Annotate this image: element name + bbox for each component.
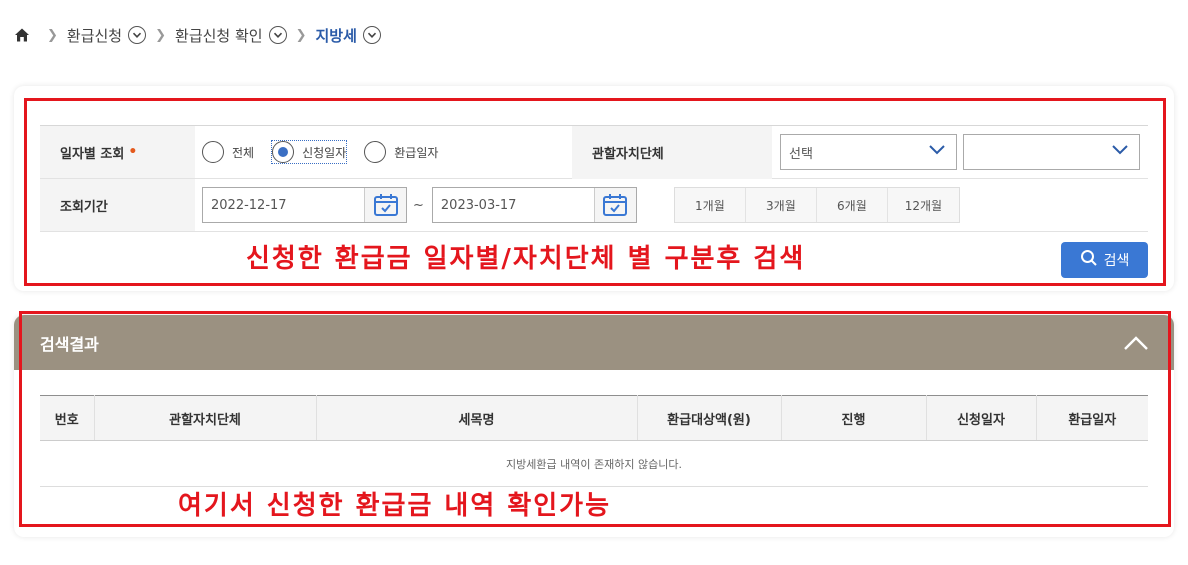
radio-apply-date[interactable]: 신청일자 bbox=[271, 140, 348, 164]
results-table: 번호 관할자치단체 세목명 환급대상액(원) 진행 신청일자 환급일자 지방세환… bbox=[40, 395, 1148, 487]
breadcrumb-label: 환급신청 확인 bbox=[175, 26, 263, 45]
date-from-input[interactable]: 2022-12-17 bbox=[202, 187, 407, 223]
radio-label: 전체 bbox=[232, 145, 255, 160]
date-type-radios: 전체 신청일자 환급일자 bbox=[195, 126, 572, 178]
select-value: 선택 bbox=[789, 146, 813, 162]
search-form: 일자별 조회 • 전체 신청일자 환급일자 관할자치단체 선택 조회기간 202… bbox=[40, 125, 1148, 232]
date-type-row: 일자별 조회 • 전체 신청일자 환급일자 관할자치단체 선택 bbox=[40, 126, 1148, 179]
quick-period-group: 1개월 3개월 6개월 12개월 bbox=[673, 187, 960, 223]
jurisdiction-select-1[interactable]: 선택 bbox=[780, 134, 957, 170]
search-icon bbox=[1080, 249, 1104, 271]
period-3-month-button[interactable]: 3개월 bbox=[745, 188, 817, 222]
calendar-icon[interactable] bbox=[364, 188, 406, 222]
radio-circle[interactable] bbox=[202, 141, 224, 163]
chevron-down-icon[interactable] bbox=[362, 26, 381, 44]
col-refund-amount: 환급대상액(원) bbox=[637, 395, 782, 441]
period-12-month-button[interactable]: 12개월 bbox=[887, 188, 959, 222]
table-row: 지방세환급 내역이 존재하지 않습니다. bbox=[40, 440, 1148, 487]
chevron-down-icon bbox=[928, 144, 946, 160]
date-to-value: 2023-03-17 bbox=[440, 197, 517, 213]
date-to-input[interactable]: 2023-03-17 bbox=[431, 187, 637, 223]
period-6-month-button[interactable]: 6개월 bbox=[816, 188, 888, 222]
breadcrumb-label: 지방세 bbox=[315, 26, 357, 45]
calendar-icon[interactable] bbox=[593, 188, 636, 222]
required-mark: • bbox=[128, 144, 138, 160]
col-tax-name: 세목명 bbox=[316, 395, 638, 441]
chevron-right-icon: ❯ bbox=[47, 27, 58, 43]
col-progress: 진행 bbox=[781, 395, 927, 441]
search-button-label: 검색 bbox=[1103, 253, 1130, 269]
date-from-value: 2022-12-17 bbox=[211, 197, 287, 213]
breadcrumb-item-refund-request[interactable]: 환급신청 bbox=[66, 25, 147, 46]
results-title: 검색결과 bbox=[40, 334, 99, 354]
period-1-month-button[interactable]: 1개월 bbox=[674, 188, 746, 222]
annotation-top: 신청한 환급금 일자별/자치단체 별 구분후 검색 bbox=[246, 244, 806, 274]
radio-circle[interactable] bbox=[364, 141, 387, 163]
date-type-label-text: 일자별 조회 bbox=[60, 146, 125, 162]
chevron-down-icon[interactable] bbox=[128, 26, 147, 44]
col-number: 번호 bbox=[40, 395, 95, 441]
chevron-down-icon bbox=[1111, 144, 1129, 160]
period-inputs: 2022-12-17 ~ 2023-03-17 1개월 3개월 6개월 12개월 bbox=[195, 179, 960, 231]
period-row: 조회기간 2022-12-17 ~ 2023-03-17 1개월 3개월 6개월… bbox=[40, 179, 1148, 232]
annotation-bottom: 여기서 신청한 환급금 내역 확인가능 bbox=[178, 491, 612, 521]
breadcrumb-item-local-tax[interactable]: 지방세 bbox=[316, 25, 381, 46]
results-header: 검색결과 bbox=[14, 315, 1174, 370]
col-jurisdiction: 관할자치단체 bbox=[94, 395, 317, 441]
col-refund-date: 환급일자 bbox=[1036, 395, 1148, 441]
date-separator: ~ bbox=[413, 197, 424, 213]
radio-refund-date[interactable]: 환급일자 bbox=[364, 141, 438, 163]
chevron-right-icon: ❯ bbox=[295, 27, 307, 43]
breadcrumb-item-refund-check[interactable]: 환급신청 확인 bbox=[175, 25, 287, 46]
chevron-right-icon: ❯ bbox=[155, 27, 167, 43]
radio-label: 신청일자 bbox=[302, 145, 347, 160]
radio-label: 환급일자 bbox=[394, 145, 439, 160]
period-label: 조회기간 bbox=[40, 179, 195, 231]
search-button[interactable]: 검색 bbox=[1061, 242, 1148, 278]
col-apply-date: 신청일자 bbox=[926, 395, 1037, 441]
radio-circle[interactable] bbox=[272, 141, 295, 163]
radio-all[interactable]: 전체 bbox=[202, 141, 254, 163]
home-icon[interactable] bbox=[14, 27, 30, 43]
results-header-row: 번호 관할자치단체 세목명 환급대상액(원) 진행 신청일자 환급일자 bbox=[40, 395, 1148, 441]
breadcrumb-label: 환급신청 bbox=[66, 26, 123, 45]
jurisdiction-selects: 선택 bbox=[772, 126, 1140, 178]
chevron-up-icon[interactable] bbox=[1122, 333, 1150, 353]
chevron-down-icon[interactable] bbox=[268, 26, 287, 44]
jurisdiction-select-2[interactable] bbox=[963, 134, 1140, 170]
jurisdiction-label: 관할자치단체 bbox=[572, 126, 772, 179]
empty-message: 지방세환급 내역이 존재하지 않습니다. bbox=[40, 440, 1148, 487]
breadcrumb: ❯ 환급신청 ❯ 환급신청 확인 ❯ 지방세 bbox=[14, 24, 381, 46]
date-type-label: 일자별 조회 • bbox=[40, 126, 195, 178]
